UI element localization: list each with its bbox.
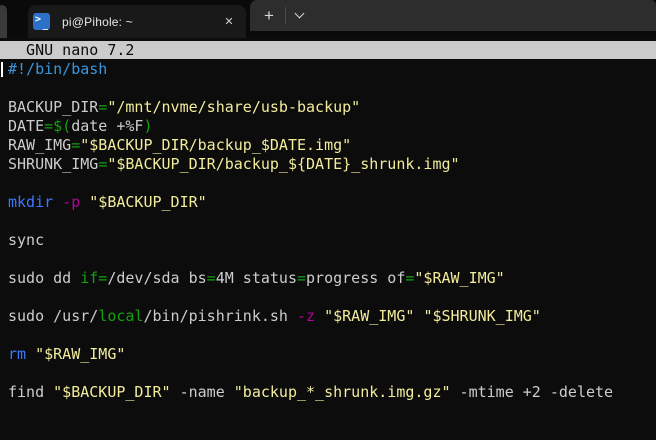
code-token: BACKUP_DIR	[8, 98, 99, 116]
code-token: /dev/sda bs	[107, 269, 207, 287]
code-token: 4M status	[215, 269, 297, 287]
code-token: "$BACKUP_DIR/backup_${DATE}_shrunk.img"	[107, 155, 460, 173]
code-token: sync	[8, 231, 45, 249]
code-token: SHRUNK_IMG	[8, 155, 99, 173]
code-token: =$(	[44, 117, 72, 135]
code-line: sync	[8, 231, 656, 250]
code-line: sudo /usr/local/bin/pishrink.sh -z "$RAW…	[8, 307, 656, 326]
code-line: rm "$RAW_IMG"	[8, 345, 656, 364]
titlebar-right-panel: +	[250, 0, 656, 31]
code-line: sudo dd if=/dev/sda bs=4M status=progres…	[8, 269, 656, 288]
code-token: #!/bin/bash	[8, 60, 108, 78]
code-token: =	[98, 98, 108, 116]
code-line: BACKUP_DIR="/mnt/nvme/share/usb-backup"	[8, 98, 656, 117]
code-token: "$RAW_IMG"	[324, 307, 415, 325]
code-token: "$RAW_IMG"	[414, 269, 505, 287]
code-token: date +%F	[71, 117, 144, 135]
code-token: local	[98, 307, 144, 325]
code-token: /bin/pishrink.sh	[143, 307, 297, 325]
code-token: -mtime +2 -delete	[450, 383, 614, 401]
code-token: =	[206, 269, 216, 287]
code-line: find "$BACKUP_DIR" -name "backup_*_shrun…	[8, 383, 656, 402]
powershell-icon: > _	[33, 13, 50, 31]
code-token: sudo dd	[8, 269, 81, 287]
code-token: DATE	[8, 117, 45, 135]
code-line: #!/bin/bash	[1, 60, 656, 79]
code-token: "/mnt/nvme/share/usb-backup"	[107, 98, 361, 116]
code-token: "backup_*_shrunk.img.gz"	[233, 383, 451, 401]
code-line: SHRUNK_IMG="$BACKUP_DIR/backup_${DATE}_s…	[8, 155, 656, 174]
code-token: rm	[8, 345, 27, 363]
code-token: "$BACKUP_DIR"	[53, 383, 171, 401]
code-line: DATE=$(date +%F)	[8, 117, 656, 136]
code-token: "$BACKUP_DIR/backup_$DATE.img"	[80, 136, 352, 154]
tab-title: pi@Pihole: ~	[62, 14, 133, 29]
code-token: =	[71, 136, 81, 154]
code-token: RAW_IMG	[8, 136, 72, 154]
code-token: =	[98, 155, 108, 173]
code-token: sudo /usr/	[8, 307, 99, 325]
terminal-window: > _ pi@Pihole: ~ ✕ + GNU nano 7.2 #!/bin…	[0, 0, 656, 440]
tab-divider	[285, 7, 286, 24]
close-icon[interactable]: ✕	[222, 15, 236, 29]
terminal-tab[interactable]: > _ pi@Pihole: ~ ✕	[28, 5, 246, 38]
chevron-down-icon	[294, 8, 304, 19]
code-token: -name	[170, 383, 234, 401]
script-content: #!/bin/bash BACKUP_DIR="/mnt/nvme/share/u…	[0, 59, 656, 402]
code-token: "$RAW_IMG"	[35, 345, 126, 363]
code-token: "$SHRUNK_IMG"	[423, 307, 541, 325]
terminal-viewport[interactable]: GNU nano 7.2 #!/bin/bash BACKUP_DIR="/mnt…	[0, 38, 656, 440]
code-token: -z	[297, 307, 316, 325]
code-token: )	[143, 117, 153, 135]
code-token: "$BACKUP_DIR"	[89, 193, 207, 211]
code-token: if=	[80, 269, 108, 287]
titlebar[interactable]: > _ pi@Pihole: ~ ✕ +	[0, 0, 656, 38]
code-line: mkdir -p "$BACKUP_DIR"	[8, 193, 656, 212]
nano-titlebar: GNU nano 7.2	[0, 41, 656, 59]
new-tab-button[interactable]: +	[254, 1, 284, 30]
window-corner-fragment	[0, 5, 7, 38]
code-line: RAW_IMG="$BACKUP_DIR/backup_$DATE.img"	[8, 136, 656, 155]
code-token: =	[297, 269, 307, 287]
text-cursor	[1, 62, 3, 77]
code-token: progress of	[306, 269, 406, 287]
code-token: -p	[62, 193, 81, 211]
code-token: mkdir	[8, 193, 54, 211]
tab-dropdown-button[interactable]	[287, 0, 311, 31]
code-token: find	[8, 383, 54, 401]
